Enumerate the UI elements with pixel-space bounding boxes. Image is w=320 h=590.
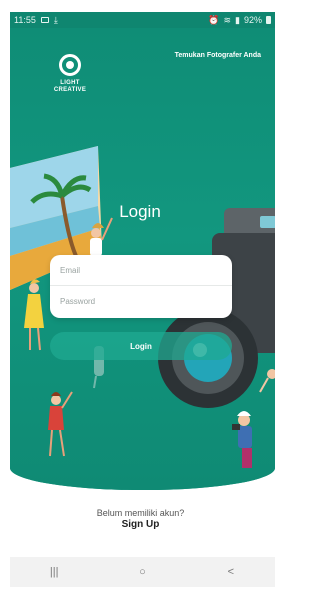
back-button[interactable]: < — [221, 564, 241, 580]
login-button[interactable]: Login — [50, 332, 232, 360]
tagline: Temukan Fotografer Anda — [174, 52, 261, 59]
alarm-icon: ⏰ — [208, 14, 220, 25]
logo-text-line1: LIGHT — [60, 80, 80, 86]
person-edge-illustration — [259, 369, 275, 393]
login-title: Login — [119, 202, 161, 221]
photographer-illustration — [232, 411, 252, 468]
download-icon: ⤓ — [53, 14, 58, 25]
battery-percent: 92% — [243, 15, 262, 25]
woman-yellow-dress-illustration — [24, 279, 44, 351]
signup-prompt: Belum memiliki akun? — [96, 508, 185, 518]
woman-red-dress-illustration — [48, 391, 73, 457]
email-input[interactable] — [60, 265, 220, 275]
signup-link[interactable]: Sign Up — [0, 519, 281, 531]
logo-text-line2: CREATIVE — [53, 87, 87, 93]
home-button[interactable]: ○ — [132, 564, 152, 580]
password-input[interactable] — [60, 297, 220, 306]
login-screen: 11:55 ⤓ ⏰ ≋ ▮ 92% LIGHT CREATIVE Temukan… — [0, 0, 281, 590]
status-bar: 11:55 ⤓ ⏰ ≋ ▮ 92% — [10, 12, 275, 28]
navigation-bar: ||| ○ < — [10, 557, 275, 587]
aperture-icon — [59, 54, 81, 76]
battery-icon — [266, 16, 271, 24]
login-form — [50, 255, 232, 318]
status-time: 11:55 — [14, 15, 36, 25]
wifi-icon: ≋ — [223, 14, 232, 25]
password-field[interactable] — [50, 286, 232, 317]
signal-icon: ▮ — [235, 14, 240, 25]
brand-logo: LIGHT CREATIVE — [50, 54, 90, 104]
email-field[interactable] — [50, 255, 232, 286]
recents-button[interactable]: ||| — [44, 564, 64, 580]
signup-section: Belum memiliki akun? Sign Up — [0, 508, 281, 531]
gallery-icon — [40, 17, 49, 23]
